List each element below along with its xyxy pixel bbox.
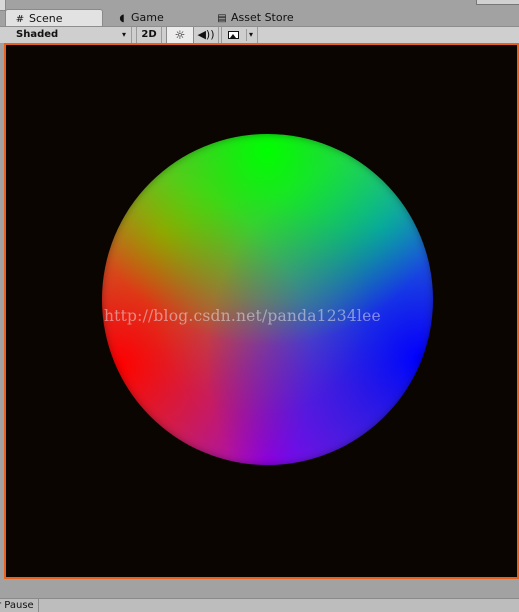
pacman-icon: ◖ <box>119 13 125 24</box>
chevron-down-icon: ▾ <box>249 30 254 39</box>
tab-game[interactable]: ◖ Game <box>108 9 206 26</box>
render-mode-label: Shaded <box>16 29 59 40</box>
tab-scene-label: Scene <box>29 12 63 25</box>
chevron-down-icon: ▾ <box>121 30 126 39</box>
tab-game-label: Game <box>131 11 164 24</box>
effects-dropdown[interactable]: ▾ <box>221 27 258 43</box>
tab-asset-store[interactable]: ▤ Asset Store <box>208 9 318 26</box>
tab-bar: # Scene ◖ Game ▤ Asset Store <box>0 0 519 26</box>
scene-viewport[interactable]: http://blog.csdn.net/panda1234lee <box>4 43 519 579</box>
audio-toggle-button[interactable]: ◀)) <box>194 27 219 43</box>
normal-shaded-sphere[interactable] <box>102 134 433 465</box>
image-icon <box>228 31 239 39</box>
tab-scene[interactable]: # Scene <box>5 9 103 26</box>
divider <box>246 29 247 41</box>
bag-icon: ▤ <box>217 13 227 24</box>
watermark-text: http://blog.csdn.net/panda1234lee <box>104 307 381 325</box>
window-edge-right <box>476 0 519 5</box>
speaker-icon: ◀)) <box>197 28 215 41</box>
scene-toolbar: Shaded ▾ 2D ☼ ◀)) ▾ <box>0 26 519 43</box>
2d-toggle-button[interactable]: 2D <box>136 27 162 43</box>
sphere-shading <box>102 134 433 465</box>
status-bar: r Pause <box>0 598 519 612</box>
pause-button[interactable]: r Pause <box>0 599 39 612</box>
lighting-toggle-button[interactable]: ☼ <box>166 27 194 43</box>
tab-asset-store-label: Asset Store <box>231 11 294 24</box>
sun-icon: ☼ <box>174 28 186 42</box>
render-mode-dropdown[interactable]: Shaded ▾ <box>10 27 132 43</box>
